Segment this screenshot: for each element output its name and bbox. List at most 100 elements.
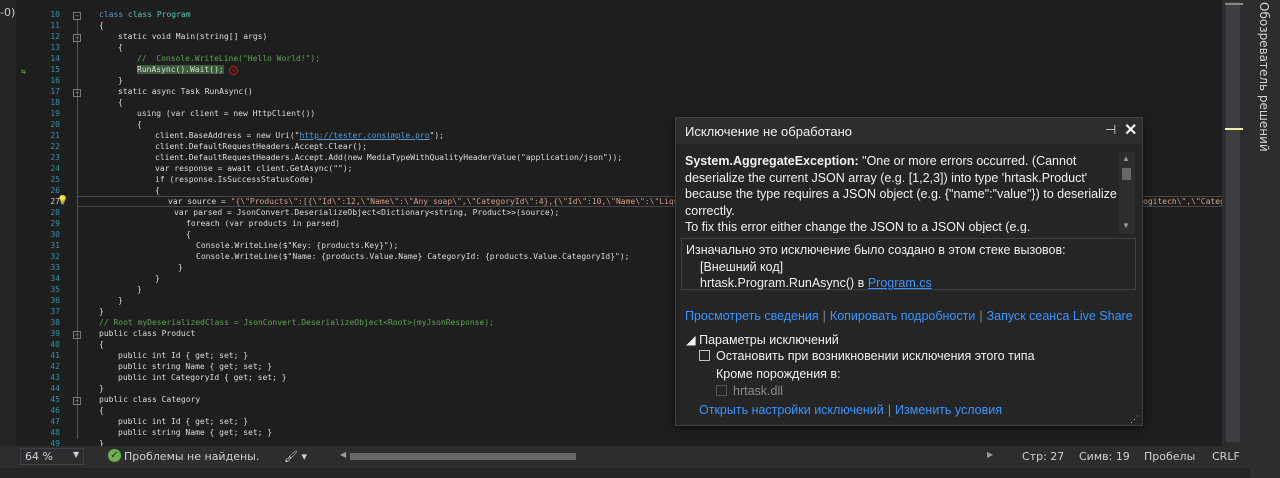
- line-number: 41: [50, 351, 60, 360]
- code-line[interactable]: {: [118, 97, 123, 108]
- code-line[interactable]: class class Program: [99, 9, 191, 20]
- edit-conditions-link[interactable]: Изменить условия: [895, 403, 1002, 417]
- zoom-dropdown[interactable]: 64 % ▼: [20, 448, 84, 465]
- exception-settings-header[interactable]: ◢ Параметры исключений: [686, 332, 839, 347]
- code-line[interactable]: public class Category: [99, 394, 200, 405]
- scroll-right-icon[interactable]: ▶: [987, 450, 993, 459]
- code-line[interactable]: {: [99, 20, 104, 31]
- scroll-left-icon[interactable]: ◀: [340, 450, 346, 459]
- dll-checkbox: [716, 385, 727, 396]
- line-number: 48: [50, 428, 60, 437]
- code-line[interactable]: static void Main(string[] args): [118, 31, 267, 42]
- code-line[interactable]: static async Task RunAsync(): [118, 86, 253, 97]
- code-line[interactable]: {: [155, 185, 160, 196]
- code-line[interactable]: // Root myDeserializedClass = JsonConver…: [99, 317, 494, 328]
- code-line[interactable]: {: [99, 405, 104, 416]
- code-line[interactable]: }: [155, 273, 160, 284]
- line-number: 28: [50, 208, 60, 217]
- copy-details-link[interactable]: Копировать подробности: [830, 309, 975, 323]
- fold-toggle-icon[interactable]: −: [73, 12, 81, 20]
- exception-popup[interactable]: Исключение не обработано ⊣ ✕ System.Aggr…: [675, 117, 1143, 426]
- code-line[interactable]: }: [137, 284, 142, 295]
- code-line[interactable]: client.DefaultRequestHeaders.Accept.Clea…: [155, 141, 367, 152]
- source-file-link[interactable]: Program.cs: [868, 276, 932, 290]
- code-line-overflow[interactable]: ogitech\",\"Catego: [1143, 196, 1222, 207]
- code-line[interactable]: var source = "{\"Products\":[{\"Id\":12,…: [168, 196, 698, 207]
- code-line[interactable]: {: [118, 42, 123, 53]
- line-number: 22: [50, 142, 60, 151]
- code-line[interactable]: {: [186, 229, 191, 240]
- scroll-marker: [1225, 128, 1243, 130]
- break-checkbox[interactable]: [699, 350, 710, 361]
- pin-icon[interactable]: ⊣: [1105, 122, 1116, 138]
- line-ending-indicator[interactable]: CRLF: [1212, 450, 1240, 463]
- close-icon[interactable]: ✕: [1124, 120, 1137, 140]
- collapse-triangle-icon[interactable]: ◢: [686, 333, 696, 347]
- char-indicator[interactable]: Симв: 19: [1079, 450, 1130, 463]
- code-line[interactable]: var parsed = JsonConvert.DeserializeObje…: [174, 207, 559, 218]
- horizontal-scrollbar[interactable]: ◀ ▶: [340, 450, 995, 462]
- code-line[interactable]: Console.WriteLine($"Name: {products.Valu…: [196, 251, 629, 262]
- scrollbar-thumb[interactable]: [1122, 168, 1131, 180]
- fold-toggle-icon[interactable]: −: [73, 34, 81, 42]
- url-link[interactable]: http://tester.consimple.pro: [300, 131, 430, 140]
- vertical-scrollbar[interactable]: [1222, 0, 1250, 446]
- code-line[interactable]: {: [137, 119, 142, 130]
- code-line[interactable]: client.DefaultRequestHeaders.Accept.Add(…: [155, 152, 622, 163]
- code-line[interactable]: foreach (var products in parsed): [186, 218, 340, 229]
- code-line[interactable]: public string Name { get; set; }: [118, 427, 272, 438]
- code-line[interactable]: using (var client = new HttpClient()): [137, 108, 315, 119]
- code-line[interactable]: }: [118, 75, 123, 86]
- scrollbar-thumb[interactable]: [1226, 2, 1240, 442]
- code-line[interactable]: var response = await client.GetAsync("")…: [155, 163, 352, 174]
- code-line[interactable]: }: [178, 262, 183, 273]
- problems-status[interactable]: Проблемы не найдены.: [124, 450, 259, 463]
- live-share-link[interactable]: Запуск сеанса Live Share: [987, 309, 1133, 323]
- resize-grip-icon[interactable]: ⋰: [1130, 414, 1139, 425]
- fold-guide: [77, 19, 78, 439]
- error-highlight[interactable]: RunAsync().Wait();: [137, 65, 224, 74]
- message-scrollbar[interactable]: ▲ ▼: [1119, 152, 1135, 234]
- code-line[interactable]: }: [118, 295, 123, 306]
- lightbulb-icon[interactable]: 💡: [57, 196, 68, 206]
- code-line[interactable]: public int Id { get; set; }: [118, 350, 248, 361]
- code-line[interactable]: public int CategoryId { get; set; }: [118, 372, 287, 383]
- break-on-exception-option[interactable]: Остановить при возникновении исключения …: [699, 349, 1035, 363]
- line-number: 13: [50, 43, 60, 52]
- code-line[interactable]: RunAsync().Wait();: [137, 64, 224, 75]
- brush-icon[interactable]: 🖌 ▾: [284, 450, 307, 463]
- except-label: Кроме порождения в:: [716, 367, 841, 381]
- left-strip-tab[interactable]: -0): [0, 6, 15, 19]
- scroll-down-icon[interactable]: ▼: [1122, 221, 1130, 230]
- scrollbar-thumb[interactable]: [350, 453, 576, 460]
- code-line[interactable]: public int Id { get; set; }: [118, 416, 248, 427]
- whitespace-indicator[interactable]: Пробелы: [1144, 450, 1195, 463]
- code-line[interactable]: // Console.WriteLine("Hello World!");: [137, 53, 320, 64]
- code-line[interactable]: {: [99, 339, 104, 350]
- line-number: 38: [50, 318, 60, 327]
- code-line[interactable]: client.BaseAddress = new Uri("http://tes…: [155, 130, 444, 141]
- code-line[interactable]: if (response.IsSuccessStatusCode): [155, 174, 314, 185]
- fold-toggle-icon[interactable]: −: [73, 331, 81, 339]
- code-line[interactable]: Console.WriteLine($"Key: {products.Key}"…: [196, 240, 398, 251]
- glyph-margin[interactable]: [16, 0, 40, 446]
- solution-explorer-label[interactable]: Обозреватель решений: [1257, 2, 1271, 152]
- line-indicator[interactable]: Стр: 27: [1022, 450, 1064, 463]
- check-circle-icon: ✓: [108, 449, 121, 462]
- view-details-link[interactable]: Просмотреть сведения: [685, 309, 819, 323]
- solution-explorer-tab[interactable]: Обозреватель решений: [1250, 0, 1280, 478]
- code-line[interactable]: public class Product: [99, 328, 195, 339]
- fold-toggle-icon[interactable]: −: [73, 89, 81, 97]
- code-line[interactable]: }: [99, 306, 104, 317]
- error-icon[interactable]: ✕: [229, 66, 238, 75]
- line-number: 18: [50, 98, 60, 107]
- fold-toggle-icon[interactable]: −: [73, 397, 81, 405]
- code-line[interactable]: }: [99, 438, 104, 446]
- code-line[interactable]: public string Name { get; set; }: [118, 361, 272, 372]
- line-number: 49: [50, 439, 60, 446]
- stack-line: hrtask.Program.RunAsync() в Program.cs: [700, 276, 932, 290]
- code-line[interactable]: }: [99, 383, 104, 394]
- line-number: 33: [50, 263, 60, 272]
- scroll-up-icon[interactable]: ▲: [1122, 154, 1130, 163]
- open-exception-settings-link[interactable]: Открыть настройки исключений: [699, 403, 884, 417]
